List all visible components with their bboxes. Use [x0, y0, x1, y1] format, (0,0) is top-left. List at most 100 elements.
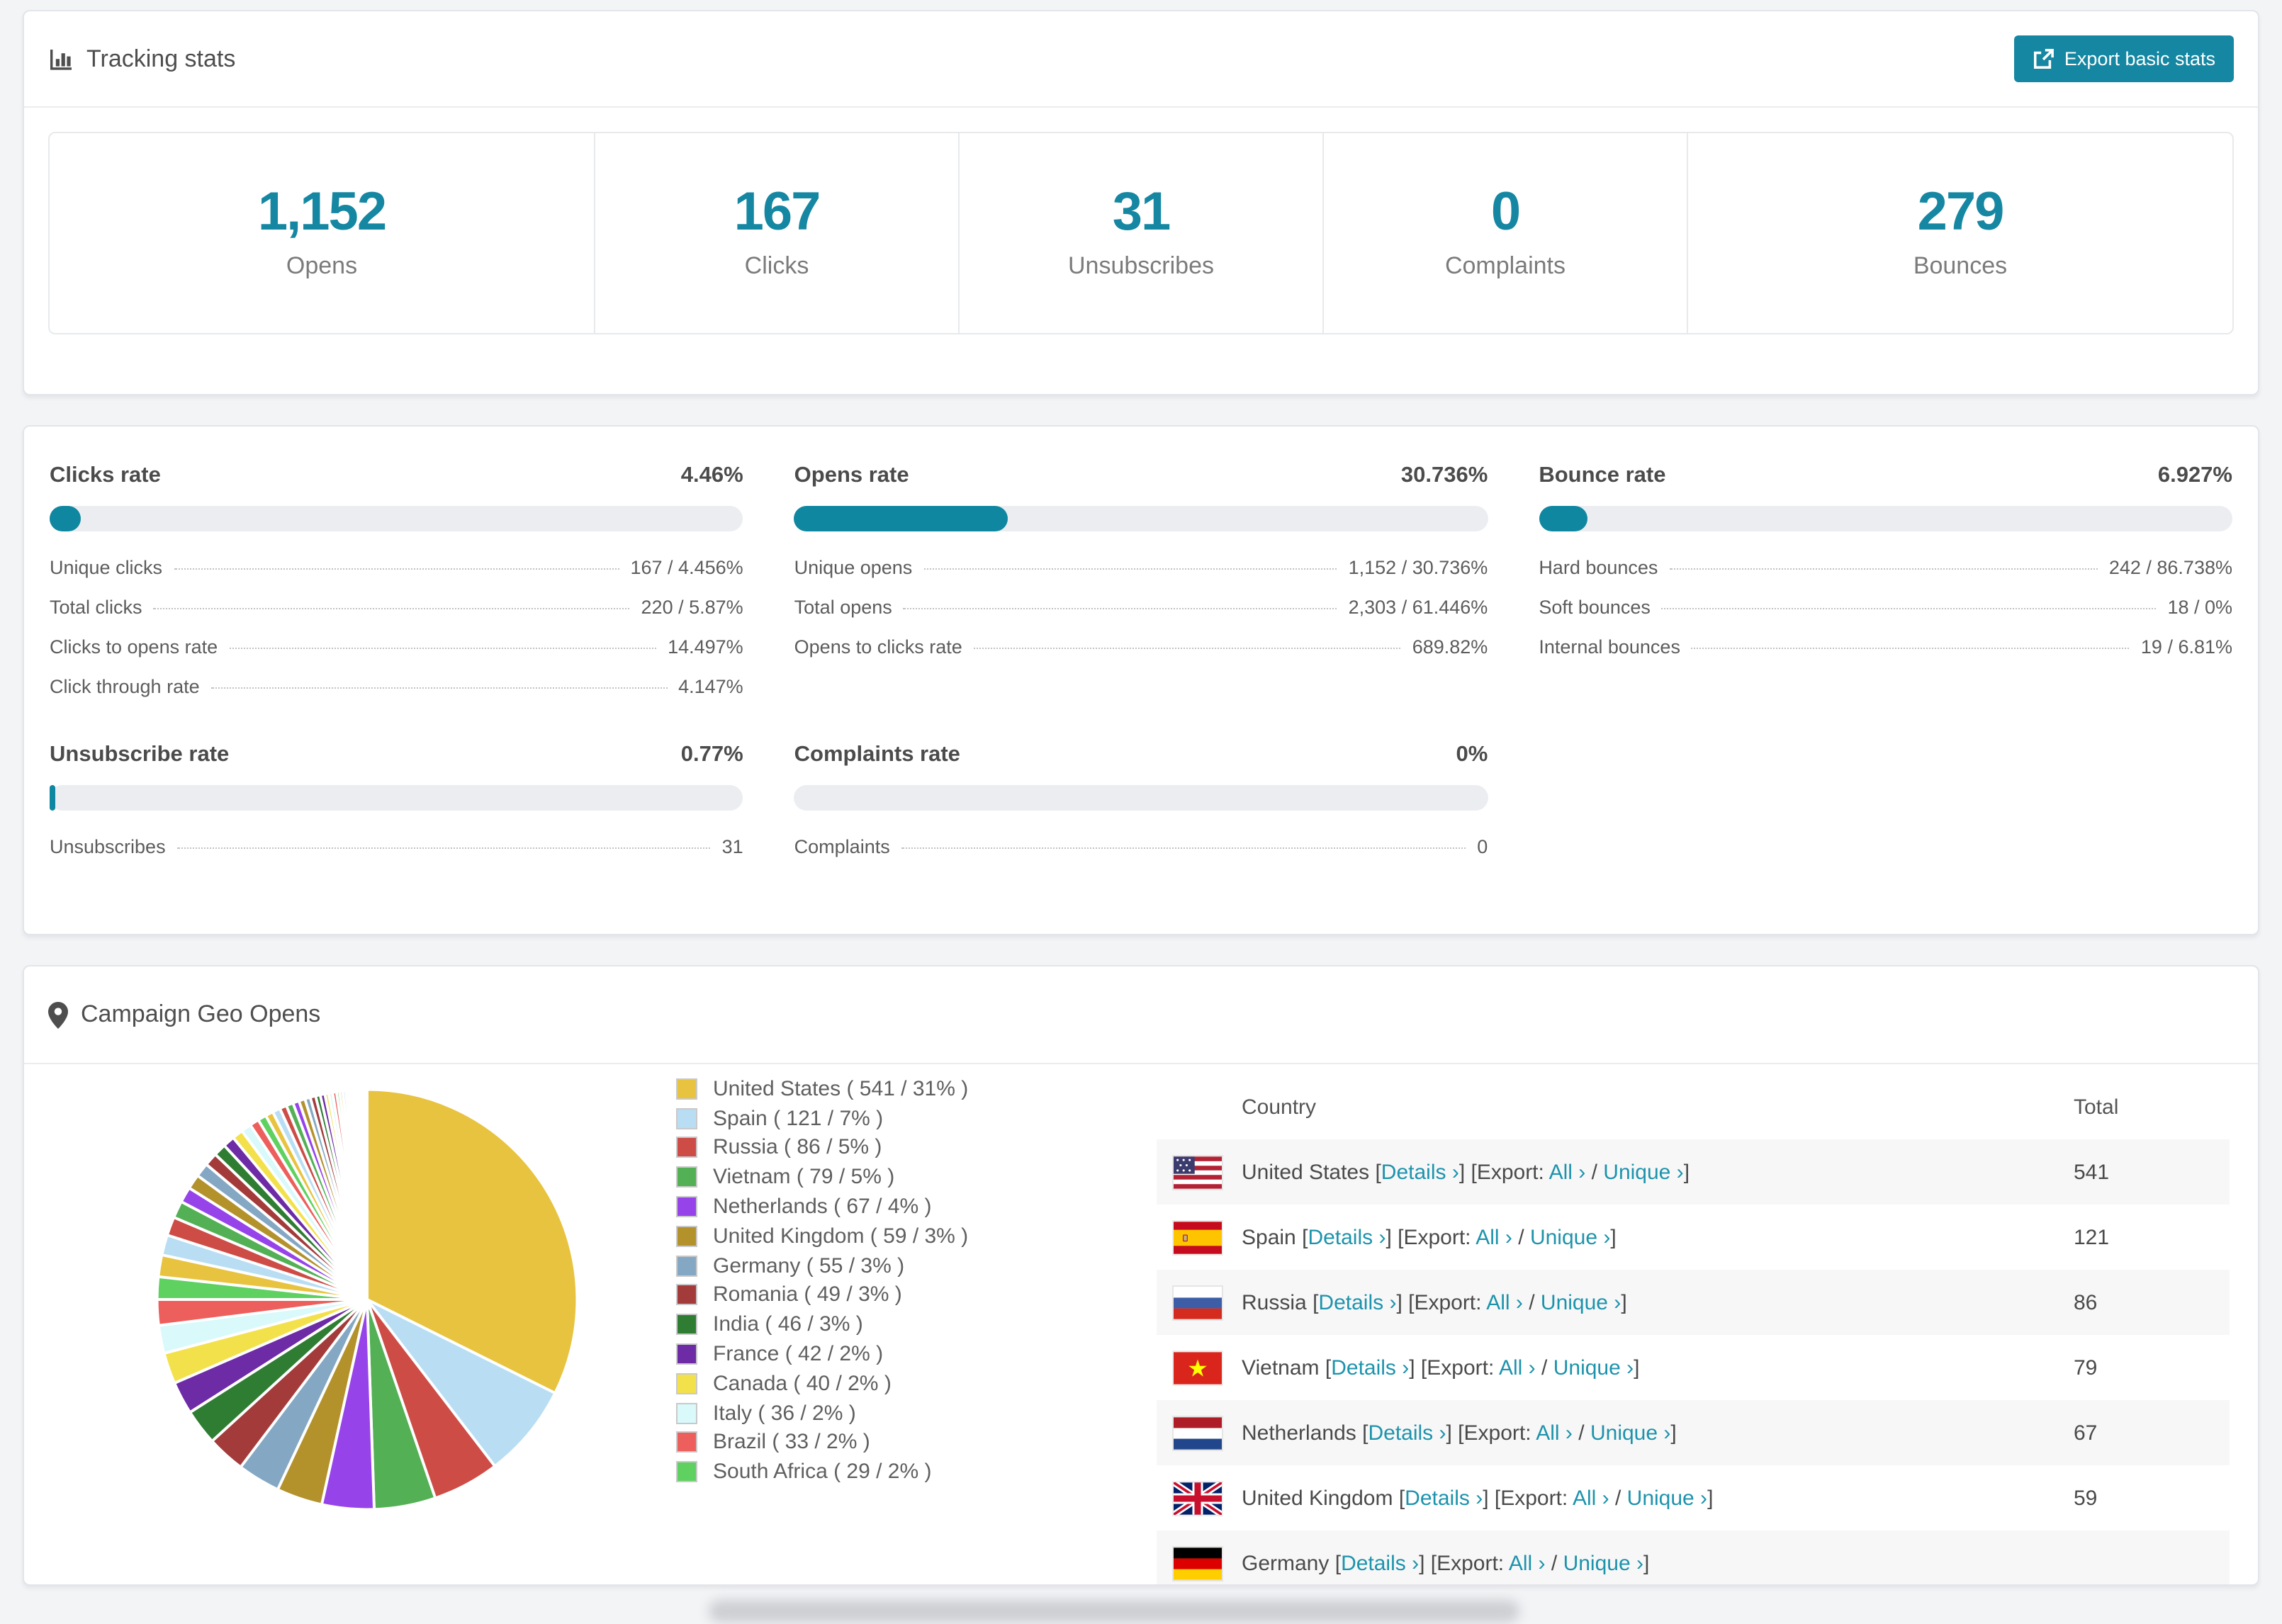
detail-label: Internal bounces: [1539, 636, 1680, 658]
rate-title: Opens rate: [794, 463, 909, 487]
detail-value: 31: [721, 836, 743, 857]
detail-label: Hard bounces: [1539, 557, 1658, 578]
legend-label: Romania ( 49 / 3% ): [713, 1282, 902, 1307]
export-all-link[interactable]: All ›: [1509, 1551, 1546, 1575]
export-unique-link[interactable]: Unique ›: [1603, 1160, 1683, 1184]
stat-label: Unsubscribes: [1068, 252, 1214, 279]
bracket-text: ] [Export:: [1446, 1421, 1536, 1445]
rate-block-clicks-rate: Clicks rate 4.46% Unique clicks 167 / 4.456…: [50, 463, 743, 700]
legend-label: Netherlands ( 67 / 4% ): [713, 1195, 932, 1219]
details-link[interactable]: Details ›: [1368, 1421, 1446, 1445]
export-unique-link[interactable]: Unique ›: [1530, 1225, 1610, 1249]
rate-detail-rows: Hard bounces 242 / 86.738% Soft bounces 18 …: [1539, 556, 2232, 660]
export-basic-stats-button[interactable]: Export basic stats: [2014, 35, 2234, 82]
stat-cell-opens: 1,152 Opens: [50, 133, 595, 333]
legend-swatch: [676, 1402, 697, 1424]
export-unique-link[interactable]: Unique ›: [1563, 1551, 1643, 1575]
flag-icon-us: [1172, 1154, 1223, 1190]
detail-value: 18 / 0%: [2167, 597, 2232, 618]
rate-title: Clicks rate: [50, 463, 161, 487]
rate-value: 0%: [1456, 743, 1488, 767]
export-unique-link[interactable]: Unique ›: [1541, 1290, 1621, 1314]
dotted-leader: [903, 608, 1337, 609]
progress-bar: [794, 785, 1488, 811]
legend-item-united-states: United States ( 541 / 31% ): [676, 1074, 968, 1104]
rate-head: Clicks rate 4.46%: [50, 463, 743, 489]
rate-detail-rows: Unique clicks 167 / 4.456% Total clicks 220…: [50, 556, 743, 700]
rate-detail-rows: Complaints 0: [794, 835, 1488, 860]
legend-item-russia: Russia ( 86 / 5% ): [676, 1133, 968, 1163]
geo-table-header-row: Country Total: [1157, 1076, 2230, 1139]
total-value: 59: [2074, 1486, 2098, 1510]
export-all-link[interactable]: All ›: [1486, 1290, 1523, 1314]
rates-card: Clicks rate 4.46% Unique clicks 167 / 4.456…: [23, 425, 2259, 935]
stat-label: Clicks: [744, 252, 809, 279]
detail-label: Unique opens: [794, 557, 913, 578]
rate-detail-row: Hard bounces 242 / 86.738%: [1539, 556, 2232, 581]
horizontal-scrollbar-thumb[interactable]: [709, 1600, 1519, 1623]
dotted-leader: [923, 568, 1337, 570]
rate-detail-row: Soft bounces 18 / 0%: [1539, 595, 2232, 621]
slash-text: /: [1535, 1355, 1553, 1380]
stat-cell-complaints: 0 Complaints: [1324, 133, 1688, 333]
details-link[interactable]: Details ›: [1318, 1290, 1396, 1314]
rate-value: 0.77%: [680, 743, 743, 767]
legend-label: Vietnam ( 79 / 5% ): [713, 1165, 895, 1190]
legend-swatch: [676, 1431, 697, 1453]
geo-opens-title: Campaign Geo Opens: [81, 1000, 321, 1027]
flag-icon-ru: [1172, 1285, 1223, 1320]
details-link[interactable]: Details ›: [1308, 1225, 1386, 1249]
legend-swatch: [676, 1225, 697, 1247]
details-link[interactable]: Details ›: [1341, 1551, 1419, 1575]
rate-detail-row: Opens to clicks rate 689.82%: [794, 635, 1488, 660]
detail-label: Clicks to opens rate: [50, 636, 218, 658]
bracket-text: ] [Export:: [1396, 1290, 1487, 1314]
detail-label: Opens to clicks rate: [794, 636, 962, 658]
details-link[interactable]: Details ›: [1381, 1160, 1459, 1184]
export-all-link[interactable]: All ›: [1499, 1355, 1536, 1380]
rate-head: Unsubscribe rate 0.77%: [50, 743, 743, 768]
export-unique-link[interactable]: Unique ›: [1553, 1355, 1634, 1380]
rate-title: Bounce rate: [1539, 463, 1666, 487]
pie-slice-other: [364, 1088, 369, 1301]
geo-table-row-us: United States [Details ›] [Export: All ›…: [1157, 1139, 2230, 1205]
export-unique-link[interactable]: Unique ›: [1590, 1421, 1670, 1445]
tracking-stats-card: Tracking stats Export basic stats 1,152 O…: [23, 10, 2259, 395]
legend-label: United States ( 541 / 31% ): [713, 1076, 969, 1101]
export-all-link[interactable]: All ›: [1573, 1486, 1609, 1510]
bracket-text: ] [Export:: [1409, 1355, 1499, 1380]
country-cell: Spain [Details ›] [Export: All › / Uniqu…: [1242, 1225, 1617, 1249]
details-link[interactable]: Details ›: [1331, 1355, 1409, 1380]
legend-swatch: [676, 1166, 697, 1188]
bracket-text: ]: [1707, 1486, 1714, 1510]
export-all-link[interactable]: All ›: [1476, 1225, 1512, 1249]
slash-text: /: [1522, 1290, 1541, 1314]
flag-icon-es: [1172, 1219, 1223, 1255]
export-all-link[interactable]: All ›: [1549, 1160, 1586, 1184]
legend-swatch: [676, 1284, 697, 1306]
dotted-leader: [229, 648, 657, 649]
detail-value: 14.497%: [668, 636, 743, 658]
country-name: United States: [1242, 1160, 1376, 1184]
bracket-text: ] [Export:: [1419, 1551, 1509, 1575]
legend-swatch: [676, 1372, 697, 1394]
stat-label: Opens: [286, 252, 358, 279]
rate-detail-row: Internal bounces 19 / 6.81%: [1539, 635, 2232, 660]
bar-chart-icon: [50, 49, 72, 69]
rate-value: 6.927%: [2157, 463, 2232, 487]
rate-detail-rows: Unsubscribes 31: [50, 835, 743, 860]
legend-label: France ( 42 / 2% ): [713, 1342, 884, 1367]
details-link[interactable]: Details ›: [1405, 1486, 1483, 1510]
map-pin-icon: [48, 1001, 68, 1028]
detail-value: 167 / 4.456%: [630, 557, 743, 578]
bracket-text: [: [1325, 1355, 1332, 1380]
detail-value: 4.147%: [678, 676, 743, 697]
slash-text: /: [1512, 1225, 1530, 1249]
country-name: Spain: [1242, 1225, 1303, 1249]
total-value: 541: [2074, 1160, 2110, 1184]
export-all-link[interactable]: All ›: [1536, 1421, 1573, 1445]
geo-table-row-de: Germany [Details ›] [Export: All › / Uni…: [1157, 1530, 2230, 1584]
export-unique-link[interactable]: Unique ›: [1627, 1486, 1707, 1510]
rate-value: 30.736%: [1400, 463, 1488, 487]
detail-value: 19 / 6.81%: [2140, 636, 2232, 658]
